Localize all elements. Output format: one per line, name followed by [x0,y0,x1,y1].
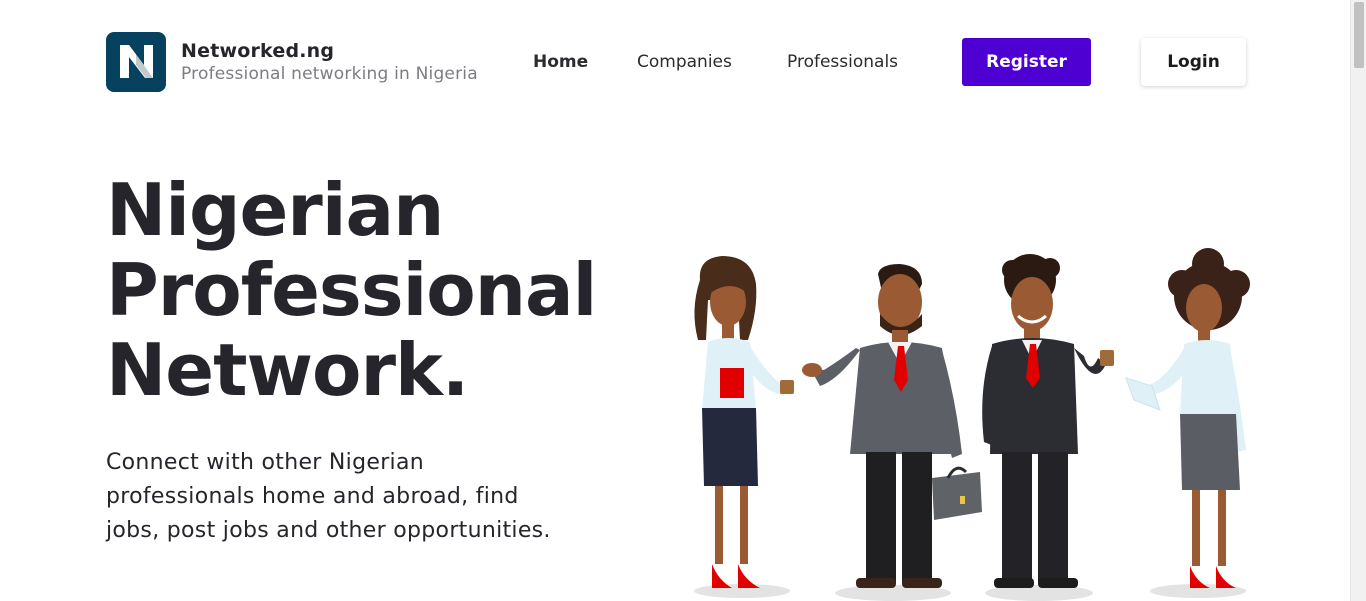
site-header: Networked.ng Professional networking in … [0,0,1350,120]
nav-companies-link[interactable]: Companies [637,38,732,86]
nav-home-link[interactable]: Home [533,38,588,86]
hero-title-line: Professional [106,248,597,332]
brand-name[interactable]: Networked.ng [181,40,478,62]
woman-figure [694,256,794,588]
login-button[interactable]: Login [1141,38,1246,86]
woman-figure [1125,248,1250,588]
vertical-scrollbar[interactable] [1350,0,1366,601]
scrollbar-thumb[interactable] [1354,2,1364,68]
hero-title-line: Nigerian [106,168,444,252]
nav-professionals-link[interactable]: Professionals [787,38,898,86]
brand[interactable]: Networked.ng Professional networking in … [181,40,478,84]
man-figure [802,264,982,588]
man-figure [982,254,1114,588]
hero-title: Nigerian Professional Network. [106,170,666,410]
professionals-illustration [694,248,1250,601]
logo-icon[interactable] [106,32,166,92]
brand-tagline: Professional networking in Nigeria [181,64,478,84]
hero-subtitle: Connect with other Nigerian professional… [106,450,551,543]
register-button[interactable]: Register [962,38,1091,86]
hero-title-line: Network. [106,328,469,412]
